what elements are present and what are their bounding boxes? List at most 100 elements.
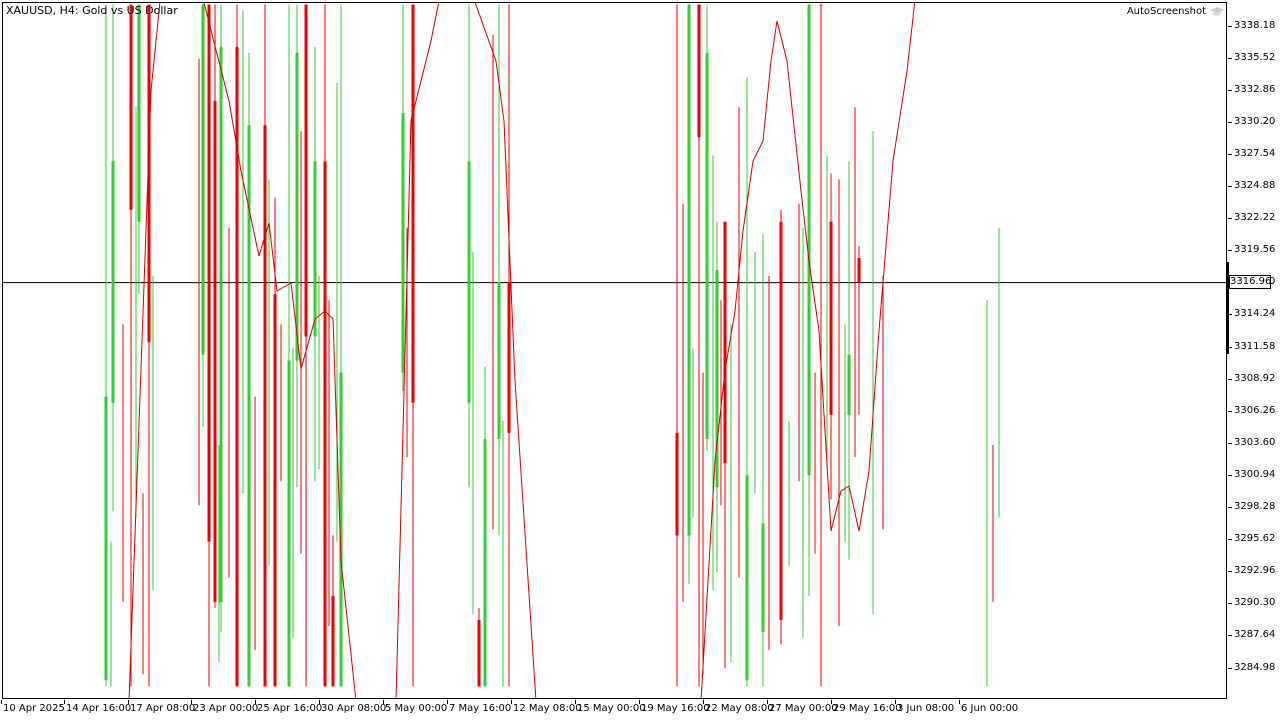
candle[interactable]: [779, 209, 783, 645]
candle-body: [807, 4, 811, 476]
candle-body: [675, 432, 679, 536]
candle[interactable]: [339, 4, 343, 687]
price-axis-tick: [1228, 603, 1232, 605]
price-axis-label: 3322.22: [1234, 212, 1276, 224]
price-scale-marker[interactable]: [1226, 262, 1229, 354]
price-axis-label: 3308.92: [1234, 372, 1276, 384]
candle[interactable]: [201, 4, 205, 427]
candle[interactable]: [207, 4, 211, 687]
chart-plot-area[interactable]: [2, 2, 1227, 699]
price-axis-label: 3303.60: [1234, 436, 1276, 448]
candle[interactable]: [857, 245, 861, 415]
price-axis-tick: [1228, 667, 1232, 669]
candle[interactable]: [829, 173, 833, 500]
candle-body: [847, 354, 851, 415]
price-axis-label: 3332.86: [1234, 83, 1276, 95]
price-axis-tick: [1228, 25, 1232, 27]
time-axis-label: 6 Jun 00:00: [961, 703, 1019, 714]
candle[interactable]: [477, 607, 481, 687]
candle[interactable]: [263, 4, 267, 687]
candle[interactable]: [137, 4, 141, 295]
candle[interactable]: [104, 4, 108, 687]
candle-body: [497, 282, 501, 439]
candlestick-chart[interactable]: [3, 3, 1227, 699]
candle[interactable]: [675, 4, 679, 687]
candle[interactable]: [219, 4, 223, 633]
time-axis-tick: [383, 700, 384, 704]
price-axis-label: 3330.20: [1234, 115, 1276, 127]
candle-body: [137, 4, 141, 222]
moving-average-line: [128, 3, 916, 698]
time-axis-label: 19 May 16:00: [641, 703, 710, 714]
candle-body: [213, 101, 217, 602]
candle[interactable]: [287, 4, 291, 687]
candle-body: [295, 52, 299, 361]
candle[interactable]: [235, 4, 239, 687]
price-axis: 3338.18 3335.52 3332.86 3330.20 3327.54 3324.…: [1228, 0, 1280, 700]
time-axis-tick: [64, 700, 65, 704]
candle[interactable]: [213, 4, 217, 608]
price-axis-label: 3311.58: [1234, 340, 1276, 352]
candle[interactable]: [705, 4, 709, 452]
price-axis-tick: [1228, 442, 1232, 444]
time-axis-label: 29 May 16:00: [833, 703, 902, 714]
price-axis-tick: [1228, 571, 1232, 573]
time-axis-tick: [1, 700, 2, 704]
price-axis-tick: [1228, 153, 1232, 155]
candle-body: [857, 257, 861, 283]
time-axis-tick: [447, 700, 448, 704]
time-axis-label: 12 May 08:00: [513, 703, 582, 714]
candle[interactable]: [331, 535, 335, 687]
graduation-cap-icon: [1210, 6, 1224, 16]
candle-body: [313, 161, 317, 337]
time-axis-tick: [959, 700, 960, 704]
candle[interactable]: [295, 4, 299, 488]
time-axis-tick: [895, 700, 896, 704]
candle[interactable]: [129, 4, 133, 687]
candle[interactable]: [323, 4, 327, 687]
candle[interactable]: [761, 233, 765, 687]
price-axis-label: 3295.62: [1234, 533, 1276, 545]
time-axis-label: 30 Apr 08:00: [321, 703, 387, 714]
candle[interactable]: [847, 161, 851, 560]
candle-body: [745, 475, 749, 681]
price-axis-label: 3300.94: [1234, 468, 1276, 480]
price-axis-tick: [1228, 218, 1232, 220]
time-axis-label: 22 May 08:00: [705, 703, 774, 714]
price-axis-tick: [1228, 89, 1232, 91]
candle[interactable]: [723, 221, 727, 669]
candle[interactable]: [111, 4, 115, 512]
candle-body: [483, 438, 487, 687]
candle-body: [705, 52, 709, 439]
candle[interactable]: [401, 4, 405, 391]
candle-body: [829, 221, 833, 415]
candle[interactable]: [697, 4, 701, 687]
candle-body: [331, 595, 335, 687]
candle[interactable]: [507, 4, 511, 687]
candle[interactable]: [483, 366, 487, 687]
candle[interactable]: [467, 4, 471, 488]
candle[interactable]: [313, 46, 317, 482]
autoscreenshot-watermark: AutoScreenshot: [1127, 6, 1224, 17]
candle-body: [477, 619, 481, 687]
candle-body: [323, 161, 327, 687]
candle-body: [263, 125, 267, 687]
candle[interactable]: [745, 76, 749, 687]
price-axis-label: 3335.52: [1234, 51, 1276, 63]
time-axis-label: 10 Apr 2025: [3, 703, 65, 714]
candle[interactable]: [687, 4, 691, 584]
price-axis-label: 3287.64: [1234, 629, 1276, 641]
price-axis-label: 3324.88: [1234, 180, 1276, 191]
price-axis-tick: [1228, 378, 1232, 380]
candle[interactable]: [247, 52, 251, 687]
price-axis-label: 3319.56: [1234, 244, 1276, 256]
candle[interactable]: [715, 221, 719, 572]
price-axis-tick: [1228, 539, 1232, 541]
candle-body: [111, 161, 115, 403]
candle[interactable]: [807, 4, 811, 596]
candle-body: [697, 4, 701, 138]
candle-body: [201, 4, 205, 355]
time-axis-tick: [511, 700, 512, 704]
candle-body: [687, 4, 691, 536]
candle[interactable]: [304, 4, 308, 687]
